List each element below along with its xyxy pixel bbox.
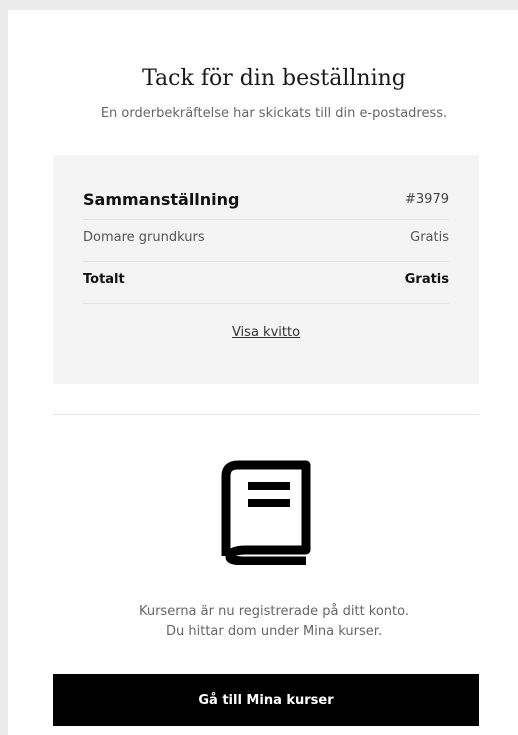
total-row: Totalt Gratis (83, 269, 449, 289)
go-to-my-courses-button[interactable]: Gå till Mina kurser (53, 674, 479, 726)
summary-header: Sammanställning #3979 (83, 184, 449, 214)
summary-separator (83, 261, 449, 262)
line-item: Domare grundkurs Gratis (83, 227, 449, 247)
total-label: Totalt (83, 271, 125, 287)
page-title: Tack för din beställning (142, 66, 406, 91)
order-summary: Sammanställning #3979 Domare grundkurs G… (53, 155, 479, 384)
section-divider (53, 414, 479, 415)
courses-registered-text: Kurserna är nu registrerade på ditt kont… (138, 604, 410, 619)
courses-info: Kurserna är nu registrerade på ditt kont… (8, 602, 518, 642)
book-icon (221, 460, 311, 565)
line-item-price: Gratis (410, 229, 449, 245)
confirmation-subtitle: En orderbekräftelse har skickats till di… (100, 106, 448, 121)
courses-location-text: Du hittar dom under Mina kurser. (165, 624, 382, 639)
summary-heading: Sammanställning (83, 189, 240, 209)
summary-separator (83, 219, 449, 220)
confirmation-card: Tack för din beställning En orderbekräft… (8, 10, 518, 735)
total-value: Gratis (404, 271, 449, 287)
order-number: #3979 (405, 191, 449, 207)
line-item-name: Domare grundkurs (83, 229, 205, 245)
summary-separator (83, 303, 449, 304)
view-receipt-link[interactable]: Visa kvitto (53, 325, 479, 340)
